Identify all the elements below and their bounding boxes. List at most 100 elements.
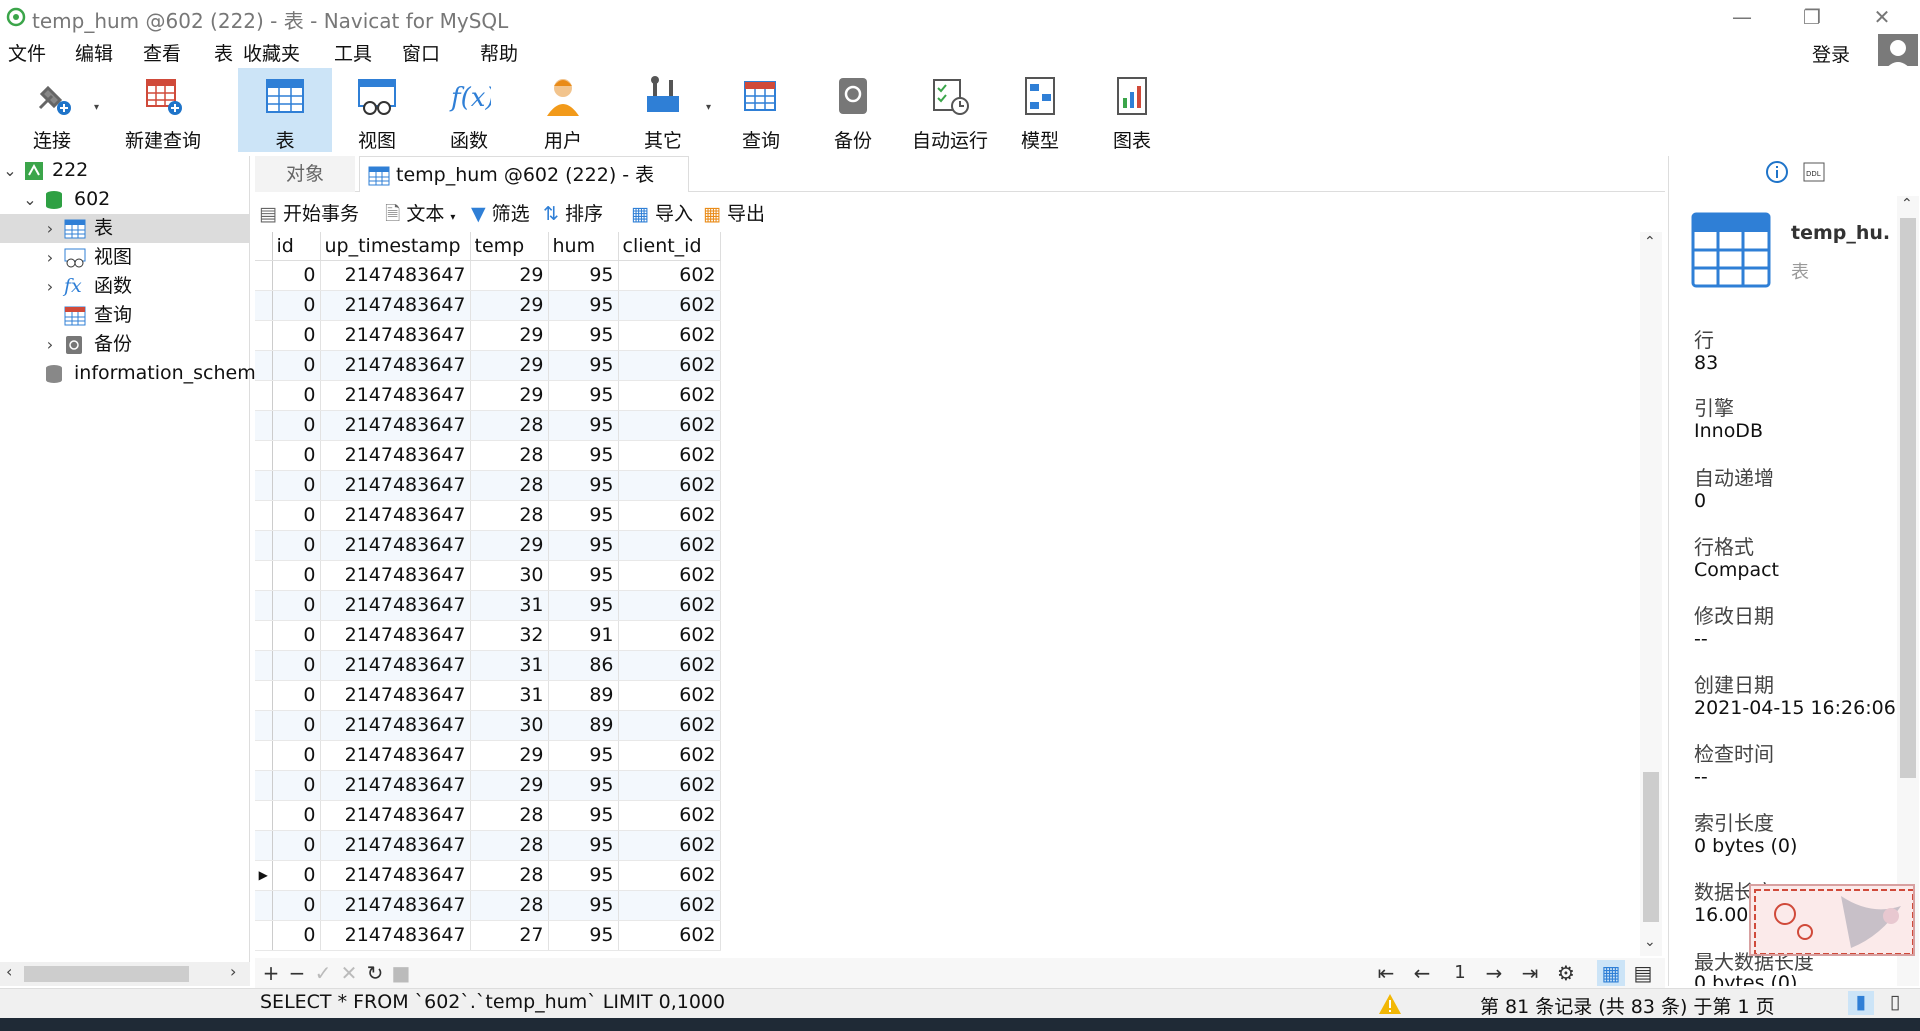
cell-client-id[interactable]: 602 <box>618 380 721 411</box>
delete-record-icon[interactable]: − <box>285 960 309 986</box>
scrollbar-thumb[interactable] <box>1643 772 1659 922</box>
tab-objects[interactable]: 对象 <box>255 156 355 192</box>
row-header[interactable] <box>255 620 273 651</box>
cell-client-id[interactable]: 602 <box>618 470 721 501</box>
cell-temp[interactable]: 29 <box>470 380 549 411</box>
chart-button[interactable]: 图表 <box>1090 68 1174 152</box>
view-button[interactable]: 视图 <box>332 68 422 152</box>
cell-hum[interactable]: 95 <box>548 500 619 531</box>
table-row[interactable]: 0 2147483647 32 91 602 <box>255 620 721 651</box>
row-header[interactable] <box>255 770 273 801</box>
cell-temp[interactable]: 31 <box>470 590 549 621</box>
menu-favorites[interactable]: 收藏夹 <box>243 39 300 66</box>
row-header[interactable] <box>255 470 273 501</box>
cell-temp[interactable]: 29 <box>470 740 549 771</box>
tree-node-tables[interactable]: › 表 <box>0 214 250 243</box>
cell-id[interactable]: 0 <box>272 800 321 831</box>
cell-up-timestamp[interactable]: 2147483647 <box>320 680 471 711</box>
cell-up-timestamp[interactable]: 2147483647 <box>320 530 471 561</box>
cell-id[interactable]: 0 <box>272 440 321 471</box>
cell-hum[interactable]: 95 <box>548 560 619 591</box>
panel-layout-icon[interactable]: ▮ <box>1848 991 1874 1015</box>
cell-up-timestamp[interactable]: 2147483647 <box>320 590 471 621</box>
cell-hum[interactable]: 95 <box>548 410 619 441</box>
cell-hum[interactable]: 95 <box>548 260 619 291</box>
cell-client-id[interactable]: 602 <box>618 830 721 861</box>
cell-id[interactable]: 0 <box>272 260 321 291</box>
row-header[interactable] <box>255 740 273 771</box>
table-row[interactable]: 0 2147483647 27 95 602 <box>255 920 721 951</box>
row-header[interactable] <box>255 350 273 381</box>
cell-client-id[interactable]: 602 <box>618 650 721 681</box>
cell-id[interactable]: 0 <box>272 620 321 651</box>
info-panel-toggle-icon[interactable]: ▯ <box>1882 991 1908 1015</box>
menu-view[interactable]: 查看 <box>143 39 181 66</box>
query-button[interactable]: 查询 <box>716 68 806 152</box>
scrollbar-thumb[interactable] <box>24 966 189 982</box>
cell-up-timestamp[interactable]: 2147483647 <box>320 860 471 891</box>
cell-client-id[interactable]: 602 <box>618 410 721 441</box>
filter-button[interactable]: ▼ 筛选 <box>471 201 530 227</box>
user-button[interactable]: 用户 <box>518 68 608 152</box>
cell-id[interactable]: 0 <box>272 560 321 591</box>
cell-up-timestamp[interactable]: 2147483647 <box>320 650 471 681</box>
table-button[interactable]: 表 <box>238 68 332 152</box>
discard-changes-icon[interactable]: ✕ <box>337 960 361 986</box>
begin-transaction-button[interactable]: ▤ 开始事务 <box>259 201 359 227</box>
table-row[interactable]: ▶ 0 2147483647 28 95 602 <box>255 860 721 891</box>
next-page-icon[interactable]: → <box>1481 960 1507 986</box>
table-row[interactable]: 0 2147483647 29 95 602 <box>255 290 721 321</box>
tree-horizontal-scrollbar[interactable]: ‹ › <box>0 962 250 986</box>
automation-button[interactable]: 自动运行 <box>900 68 1000 152</box>
chevron-left-icon[interactable]: ‹ <box>6 962 12 981</box>
cell-temp[interactable]: 31 <box>470 680 549 711</box>
cell-hum[interactable]: 95 <box>548 740 619 771</box>
cell-client-id[interactable]: 602 <box>618 590 721 621</box>
grid-view-icon[interactable]: ▦ <box>1597 960 1625 986</box>
row-header[interactable] <box>255 260 273 291</box>
cell-hum[interactable]: 91 <box>548 620 619 651</box>
row-header[interactable] <box>255 500 273 531</box>
row-header[interactable] <box>255 560 273 591</box>
chevron-down-icon[interactable]: ⌄ <box>1644 934 1656 950</box>
cell-temp[interactable]: 29 <box>470 530 549 561</box>
cell-hum[interactable]: 95 <box>548 530 619 561</box>
cell-id[interactable]: 0 <box>272 650 321 681</box>
cell-temp[interactable]: 28 <box>470 890 549 921</box>
cell-id[interactable]: 0 <box>272 350 321 381</box>
cell-client-id[interactable]: 602 <box>618 890 721 921</box>
cell-client-id[interactable]: 602 <box>618 770 721 801</box>
cell-hum[interactable]: 95 <box>548 830 619 861</box>
cell-client-id[interactable]: 602 <box>618 320 721 351</box>
cell-hum[interactable]: 95 <box>548 890 619 921</box>
cell-id[interactable]: 0 <box>272 860 321 891</box>
cell-id[interactable]: 0 <box>272 320 321 351</box>
row-header[interactable] <box>255 320 273 351</box>
add-record-icon[interactable]: + <box>259 960 283 986</box>
table-row[interactable]: 0 2147483647 28 95 602 <box>255 800 721 831</box>
cell-temp[interactable]: 28 <box>470 410 549 441</box>
cell-temp[interactable]: 29 <box>470 320 549 351</box>
tree-node-backups[interactable]: › 备份 <box>0 330 250 359</box>
cell-temp[interactable]: 29 <box>470 290 549 321</box>
cell-hum[interactable]: 95 <box>548 350 619 381</box>
cell-client-id[interactable]: 602 <box>618 680 721 711</box>
cell-hum[interactable]: 95 <box>548 590 619 621</box>
chevron-right-icon[interactable]: › <box>42 330 58 359</box>
chevron-up-icon[interactable]: ⌃ <box>1644 234 1656 250</box>
menu-tools[interactable]: 工具 <box>334 39 372 66</box>
info-icon[interactable] <box>1765 160 1789 184</box>
table-row[interactable]: 0 2147483647 28 95 602 <box>255 470 721 501</box>
import-button[interactable]: ▦ 导入 <box>631 201 693 227</box>
chevron-right-icon[interactable]: › <box>42 272 58 301</box>
cell-client-id[interactable]: 602 <box>618 260 721 291</box>
cell-temp[interactable]: 31 <box>470 650 549 681</box>
column-header-client-id[interactable]: client_id <box>618 232 721 261</box>
cell-temp[interactable]: 28 <box>470 860 549 891</box>
cell-temp[interactable]: 28 <box>470 500 549 531</box>
export-button[interactable]: ▦ 导出 <box>703 201 765 227</box>
row-header[interactable] <box>255 680 273 711</box>
scrollbar-thumb[interactable] <box>1900 218 1916 778</box>
cell-up-timestamp[interactable]: 2147483647 <box>320 710 471 741</box>
apply-changes-icon[interactable]: ✓ <box>311 960 335 986</box>
